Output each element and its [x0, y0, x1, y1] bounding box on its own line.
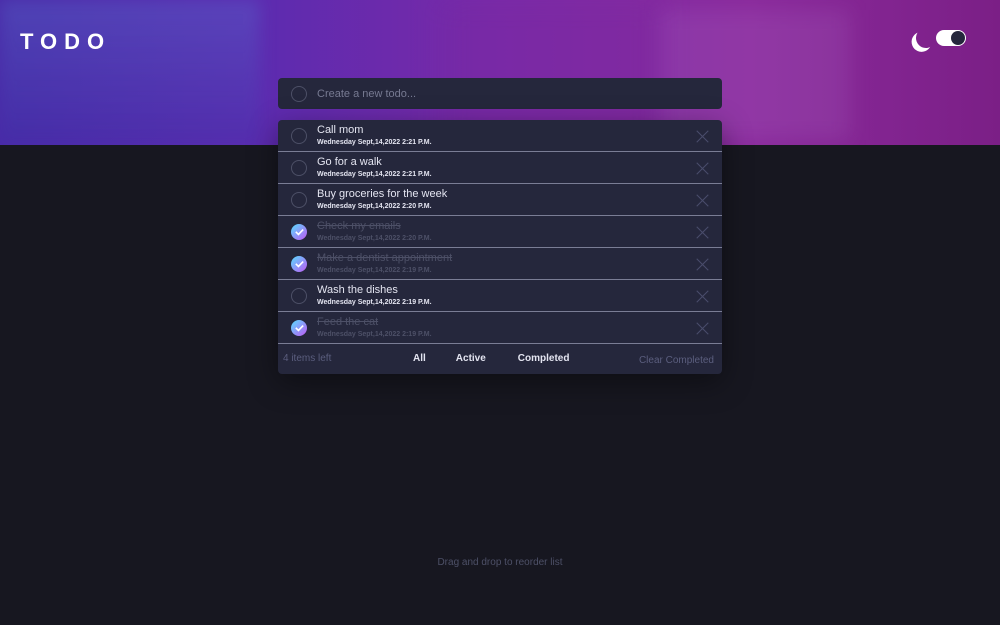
todo-date: Wednesday Sept,14,2022 2:21 P.M. [317, 170, 432, 178]
todo-item[interactable]: Go for a walk Wednesday Sept,14,2022 2:21… [278, 152, 722, 184]
todo-checkbox[interactable] [291, 255, 307, 272]
create-todo-bar [278, 78, 722, 109]
new-todo-input[interactable] [317, 87, 697, 100]
reorder-hint: Drag and drop to reorder list [437, 557, 563, 568]
toggle-knob [951, 31, 965, 45]
delete-todo-button[interactable] [696, 194, 709, 207]
todo-item[interactable]: Check my emails Wednesday Sept,14,2022 2:… [278, 216, 722, 248]
delete-todo-button[interactable] [696, 162, 709, 175]
todo-item[interactable]: Make a dentist appointment Wednesday Sept… [278, 248, 722, 280]
todo-title: Make a dentist appointment [317, 251, 453, 264]
todo-title: Check my emails [317, 219, 401, 232]
todo-checkbox[interactable] [291, 159, 307, 176]
todo-date: Wednesday Sept,14,2022 2:19 P.M. [317, 330, 432, 338]
close-icon [696, 258, 709, 271]
hero-background-image [0, 0, 260, 145]
close-icon [696, 322, 709, 335]
todo-text: Call mom Wednesday Sept,14,2022 2:21 P.M. [317, 124, 432, 148]
todo-date: Wednesday Sept,14,2022 2:20 P.M. [317, 202, 432, 210]
todo-item[interactable]: Wash the dishes Wednesday Sept,14,2022 2:… [278, 280, 722, 312]
todo-item[interactable]: Feed the cat Wednesday Sept,14,2022 2:19 … [278, 312, 722, 344]
create-checkbox[interactable] [291, 85, 307, 102]
check-icon [294, 228, 304, 236]
filter-all[interactable]: All [413, 353, 426, 364]
todo-date: Wednesday Sept,14,2022 2:21 P.M. [317, 138, 432, 146]
todo-text: Make a dentist appointment Wednesday Sept… [317, 252, 452, 276]
delete-todo-button[interactable] [696, 130, 709, 143]
items-left-count: 4 items left [283, 353, 332, 364]
todo-checkbox[interactable] [291, 223, 307, 240]
delete-todo-button[interactable] [696, 322, 709, 335]
todo-checkbox[interactable] [291, 287, 307, 304]
theme-toggle[interactable] [936, 30, 966, 46]
todo-checkbox[interactable] [291, 319, 307, 336]
close-icon [696, 194, 709, 207]
delete-todo-button[interactable] [696, 258, 709, 271]
todo-date: Wednesday Sept,14,2022 2:20 P.M. [317, 234, 432, 242]
todo-title: Wash the dishes [317, 283, 398, 296]
close-icon [696, 226, 709, 239]
close-icon [696, 162, 709, 175]
todo-checkbox[interactable] [291, 191, 307, 208]
todo-text: Feed the cat Wednesday Sept,14,2022 2:19 … [317, 316, 432, 340]
check-icon [294, 260, 304, 268]
todo-text: Check my emails Wednesday Sept,14,2022 2:… [317, 220, 432, 244]
todo-list: Call mom Wednesday Sept,14,2022 2:21 P.M.… [278, 120, 722, 374]
todo-title: Feed the cat [317, 315, 379, 328]
todo-checkbox[interactable] [291, 127, 307, 144]
todo-date: Wednesday Sept,14,2022 2:19 P.M. [317, 266, 432, 274]
check-icon [294, 324, 304, 332]
moon-icon [914, 26, 937, 49]
todo-text: Go for a walk Wednesday Sept,14,2022 2:21… [317, 156, 432, 180]
filter-group: All Active Completed [413, 353, 569, 364]
todo-date: Wednesday Sept,14,2022 2:19 P.M. [317, 298, 432, 306]
filter-active[interactable]: Active [456, 353, 486, 364]
todo-title: Go for a walk [317, 155, 382, 168]
close-icon [696, 130, 709, 143]
app-title: TODO [20, 29, 112, 54]
todo-text: Wash the dishes Wednesday Sept,14,2022 2:… [317, 284, 432, 308]
filter-completed[interactable]: Completed [518, 353, 570, 364]
todo-title: Call mom [317, 123, 364, 136]
delete-todo-button[interactable] [696, 290, 709, 303]
todo-item[interactable]: Call mom Wednesday Sept,14,2022 2:21 P.M. [278, 120, 722, 152]
theme-switcher[interactable] [910, 28, 966, 48]
list-footer: 4 items left All Active Completed Clear … [278, 344, 722, 374]
close-icon [696, 290, 709, 303]
clear-completed-button[interactable]: Clear Completed [639, 355, 714, 366]
delete-todo-button[interactable] [696, 226, 709, 239]
todo-title: Buy groceries for the week [317, 187, 448, 200]
todo-text: Buy groceries for the week Wednesday Sept… [317, 188, 447, 212]
todo-item[interactable]: Buy groceries for the week Wednesday Sept… [278, 184, 722, 216]
